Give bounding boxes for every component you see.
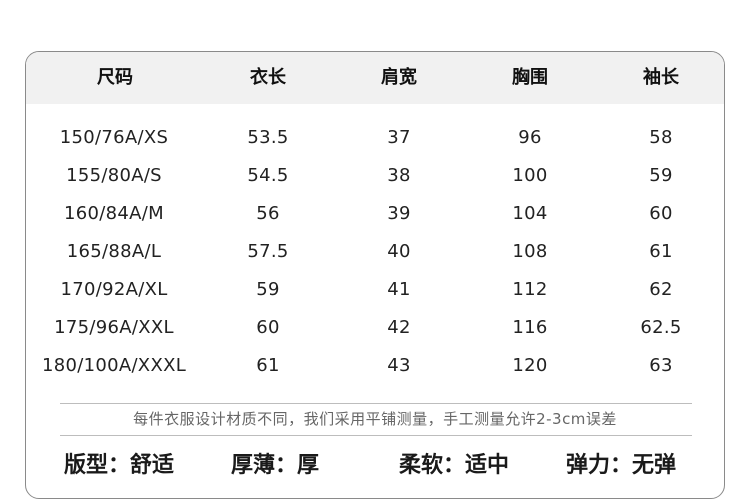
cell-sleeve: 63: [649, 355, 673, 376]
table-header: 尺码 衣长 肩宽 胸围 袖长: [26, 52, 724, 104]
header-size: 尺码: [97, 67, 133, 88]
measurement-note: 每件衣服设计材质不同，我们采用平铺测量，手工测量允许2-3cm误差: [133, 410, 617, 428]
table-row: 180/100A/XXXL 61 43 120 63: [26, 347, 724, 385]
size-chart-card: 尺码 衣长 肩宽 胸围 袖长 150/76A/XS 53.5 37 96 58 …: [25, 51, 725, 499]
cell-sleeve: 61: [649, 241, 673, 262]
attribute-fit: 版型：舒适: [64, 453, 175, 478]
header-length: 衣长: [250, 67, 286, 88]
header-shoulder: 肩宽: [381, 67, 417, 88]
table-row: 155/80A/S 54.5 38 100 59: [26, 157, 724, 195]
cell-sleeve: 59: [649, 165, 673, 186]
cell-sleeve: 60: [649, 203, 673, 224]
table-row: 165/88A/L 57.5 40 108 61: [26, 233, 724, 271]
attribute-elasticity: 弹力：无弹: [566, 453, 677, 478]
table-row: 160/84A/M 56 39 104 60: [26, 195, 724, 233]
cell-sleeve: 58: [649, 127, 673, 148]
cell-sleeve: 62: [649, 279, 673, 300]
table-row: 175/96A/XXL 60 42 116 62.5: [26, 309, 724, 347]
cell-sleeve: 62.5: [640, 317, 682, 338]
table-row: 170/92A/XL 59 41 112 62: [26, 271, 724, 309]
note-bottom-divider: [60, 435, 692, 436]
attribute-softness: 柔软：适中: [399, 453, 510, 478]
table-row: 150/76A/XS 53.5 37 96 58: [26, 119, 724, 157]
attributes-row: 版型：舒适 厚薄：厚 柔软：适中 弹力：无弹: [26, 446, 724, 486]
attribute-thickness: 厚薄：厚: [231, 453, 320, 478]
header-chest: 胸围: [512, 67, 548, 88]
header-sleeve: 袖长: [643, 67, 679, 88]
